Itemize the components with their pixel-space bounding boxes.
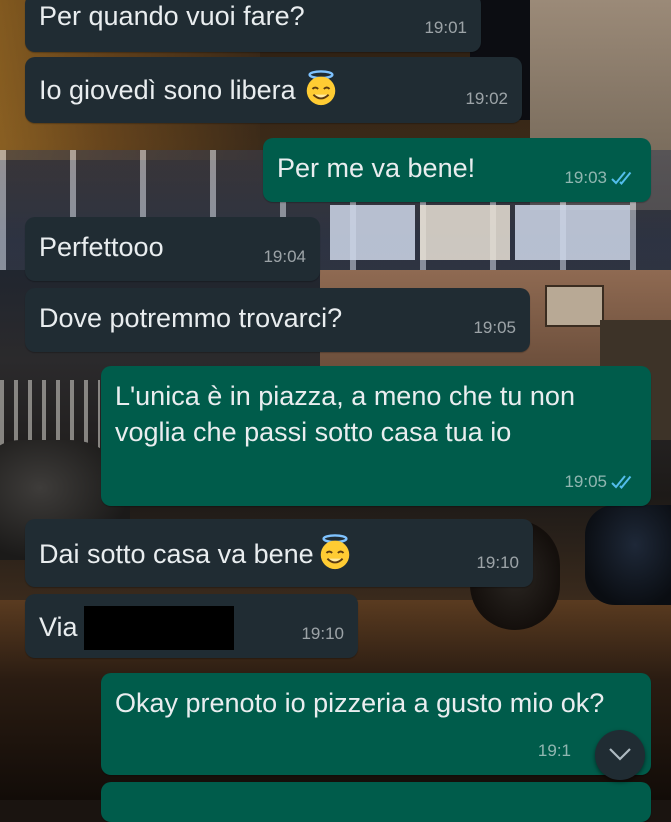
message-bubble-incoming[interactable]: Via 19:10: [25, 594, 358, 658]
wallpaper-window: [515, 205, 630, 260]
message-time: 19:05: [564, 472, 607, 491]
message-time: 19:02: [465, 89, 508, 108]
message-text: Perfettooo: [39, 232, 164, 262]
smiling-face-with-halo-icon: [306, 70, 335, 106]
scroll-to-bottom-button[interactable]: [595, 730, 645, 780]
message-bubble-outgoing[interactable]: Per me va bene! 19:03: [263, 138, 651, 202]
message-time: 19:10: [301, 624, 344, 643]
smiling-face-with-halo-icon: [320, 534, 349, 570]
message-bubble-incoming[interactable]: Io giovedì sono libera 19:02: [25, 57, 522, 123]
message-bubble-outgoing[interactable]: Okay prenoto io pizzeria a gusto mio ok?…: [101, 673, 651, 775]
read-receipt-icon: [611, 171, 632, 185]
message-text: Per quando vuoi fare?: [39, 1, 305, 31]
message-time: 19:1: [537, 741, 571, 760]
message-text: Io giovedì sono libera: [39, 75, 296, 105]
wallpaper-window: [330, 205, 415, 260]
message-time: 19:05: [473, 318, 516, 337]
wallpaper-picture-frame: [545, 285, 604, 327]
message-text: Okay prenoto io pizzeria a gusto mio ok?: [115, 688, 605, 718]
message-time: 19:10: [476, 553, 519, 572]
message-bubble-incoming[interactable]: Dai sotto casa va bene 19:10: [25, 519, 533, 587]
redacted-block: [83, 606, 234, 650]
message-text: Via: [39, 612, 78, 642]
message-text: L'unica è in piazza, a meno che tu non v…: [115, 381, 583, 447]
message-bubble-incoming[interactable]: Perfettooo 19:04: [25, 217, 320, 281]
message-time: 19:04: [263, 247, 306, 266]
message-bubble-incoming[interactable]: Dove potremmo trovarci? 19:05: [25, 288, 530, 352]
message-time: 19:01: [424, 18, 467, 37]
wallpaper-car-right: [585, 505, 671, 605]
message-text: Dove potremmo trovarci?: [39, 303, 343, 333]
message-text: Per me va bene!: [277, 153, 476, 183]
message-bubble-outgoing[interactable]: [101, 782, 651, 822]
message-text: Dai sotto casa va bene: [39, 539, 314, 569]
read-receipt-icon: [611, 475, 632, 489]
message-bubble-incoming[interactable]: Per quando vuoi fare? 19:01: [25, 0, 481, 52]
wallpaper-window: [420, 205, 510, 260]
message-bubble-outgoing[interactable]: L'unica è in piazza, a meno che tu non v…: [101, 366, 651, 506]
message-time: 19:03: [564, 168, 607, 187]
chevron-down-icon: [609, 748, 631, 761]
